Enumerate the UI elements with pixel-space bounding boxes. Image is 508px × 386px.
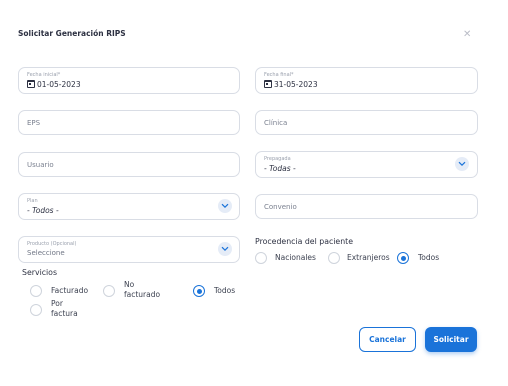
fecha-final-value-wrap: 31-05-2023 <box>264 80 318 89</box>
radio-nacionales[interactable] <box>255 252 267 264</box>
fecha-inicial-label: Fecha inicial* <box>27 72 61 78</box>
radio-no-facturado[interactable] <box>103 285 115 297</box>
clinica-field[interactable]: Clínica <box>255 110 478 135</box>
servicios-title: Servicios <box>22 268 58 277</box>
convenio-placeholder: Convenio <box>264 203 297 211</box>
plan-select[interactable]: Plan - Todos - <box>18 193 240 220</box>
radio-por-factura-label-line1: Por <box>51 299 63 308</box>
plan-label: Plan <box>27 198 38 204</box>
eps-placeholder: EPS <box>27 119 41 127</box>
radio-extranjeros[interactable] <box>328 252 340 264</box>
cancel-button[interactable]: Cancelar <box>359 327 416 352</box>
radio-nacionales-label: Nacionales <box>275 253 316 262</box>
radio-por-factura-label-line2: factura <box>51 308 78 318</box>
chevron-down-icon[interactable] <box>218 199 232 213</box>
radio-no-facturado-label: No facturado <box>124 280 160 299</box>
plan-value: - Todos - <box>27 206 59 215</box>
prepagada-label: Prepagada <box>264 156 291 162</box>
fecha-inicial-field[interactable]: Fecha inicial* 01-05-2023 <box>18 67 240 94</box>
producto-label: Producto (Opcional) <box>27 241 77 247</box>
chevron-down-icon[interactable] <box>218 242 232 256</box>
close-icon[interactable]: ✕ <box>463 30 471 40</box>
radio-procedencia-todos[interactable] <box>397 252 409 264</box>
radio-por-factura-label: Por factura <box>51 299 78 318</box>
radio-no-facturado-label-line2: facturado <box>124 289 161 299</box>
solicitar-button[interactable]: Solicitar <box>425 327 477 352</box>
chevron-down-icon[interactable] <box>455 157 469 171</box>
fecha-inicial-value-wrap: 01-05-2023 <box>27 80 81 89</box>
dialog-title: Solicitar Generación RIPS <box>18 29 126 38</box>
radio-extranjeros-label: Extranjeros <box>347 253 390 262</box>
convenio-field[interactable]: Convenio <box>255 194 478 219</box>
radio-facturado-label: Facturado <box>51 286 89 295</box>
radio-servicios-todos[interactable] <box>193 285 205 297</box>
radio-procedencia-todos-label: Todos <box>418 253 440 262</box>
calendar-icon[interactable] <box>264 80 272 88</box>
producto-value: Seleccione <box>27 249 65 257</box>
radio-servicios-todos-label: Todos <box>214 286 236 295</box>
clinica-placeholder: Clínica <box>264 119 288 127</box>
radio-facturado[interactable] <box>30 285 42 297</box>
usuario-placeholder: Usuario <box>27 161 54 169</box>
prepagada-select[interactable]: Prepagada - Todas - <box>255 151 478 178</box>
radio-por-factura[interactable] <box>30 304 42 316</box>
procedencia-title: Procedencia del paciente <box>255 237 354 246</box>
prepagada-value: - Todas - <box>264 164 296 173</box>
radio-no-facturado-label-line1: No <box>124 280 135 289</box>
calendar-icon[interactable] <box>27 80 35 88</box>
fecha-final-value: 31-05-2023 <box>274 80 318 89</box>
fecha-final-field[interactable]: Fecha final* 31-05-2023 <box>255 67 478 94</box>
usuario-field[interactable]: Usuario <box>18 152 240 177</box>
fecha-inicial-value: 01-05-2023 <box>37 80 81 89</box>
eps-field[interactable]: EPS <box>18 110 240 135</box>
fecha-final-label: Fecha final* <box>264 72 294 78</box>
producto-select[interactable]: Producto (Opcional) Seleccione <box>18 236 240 263</box>
